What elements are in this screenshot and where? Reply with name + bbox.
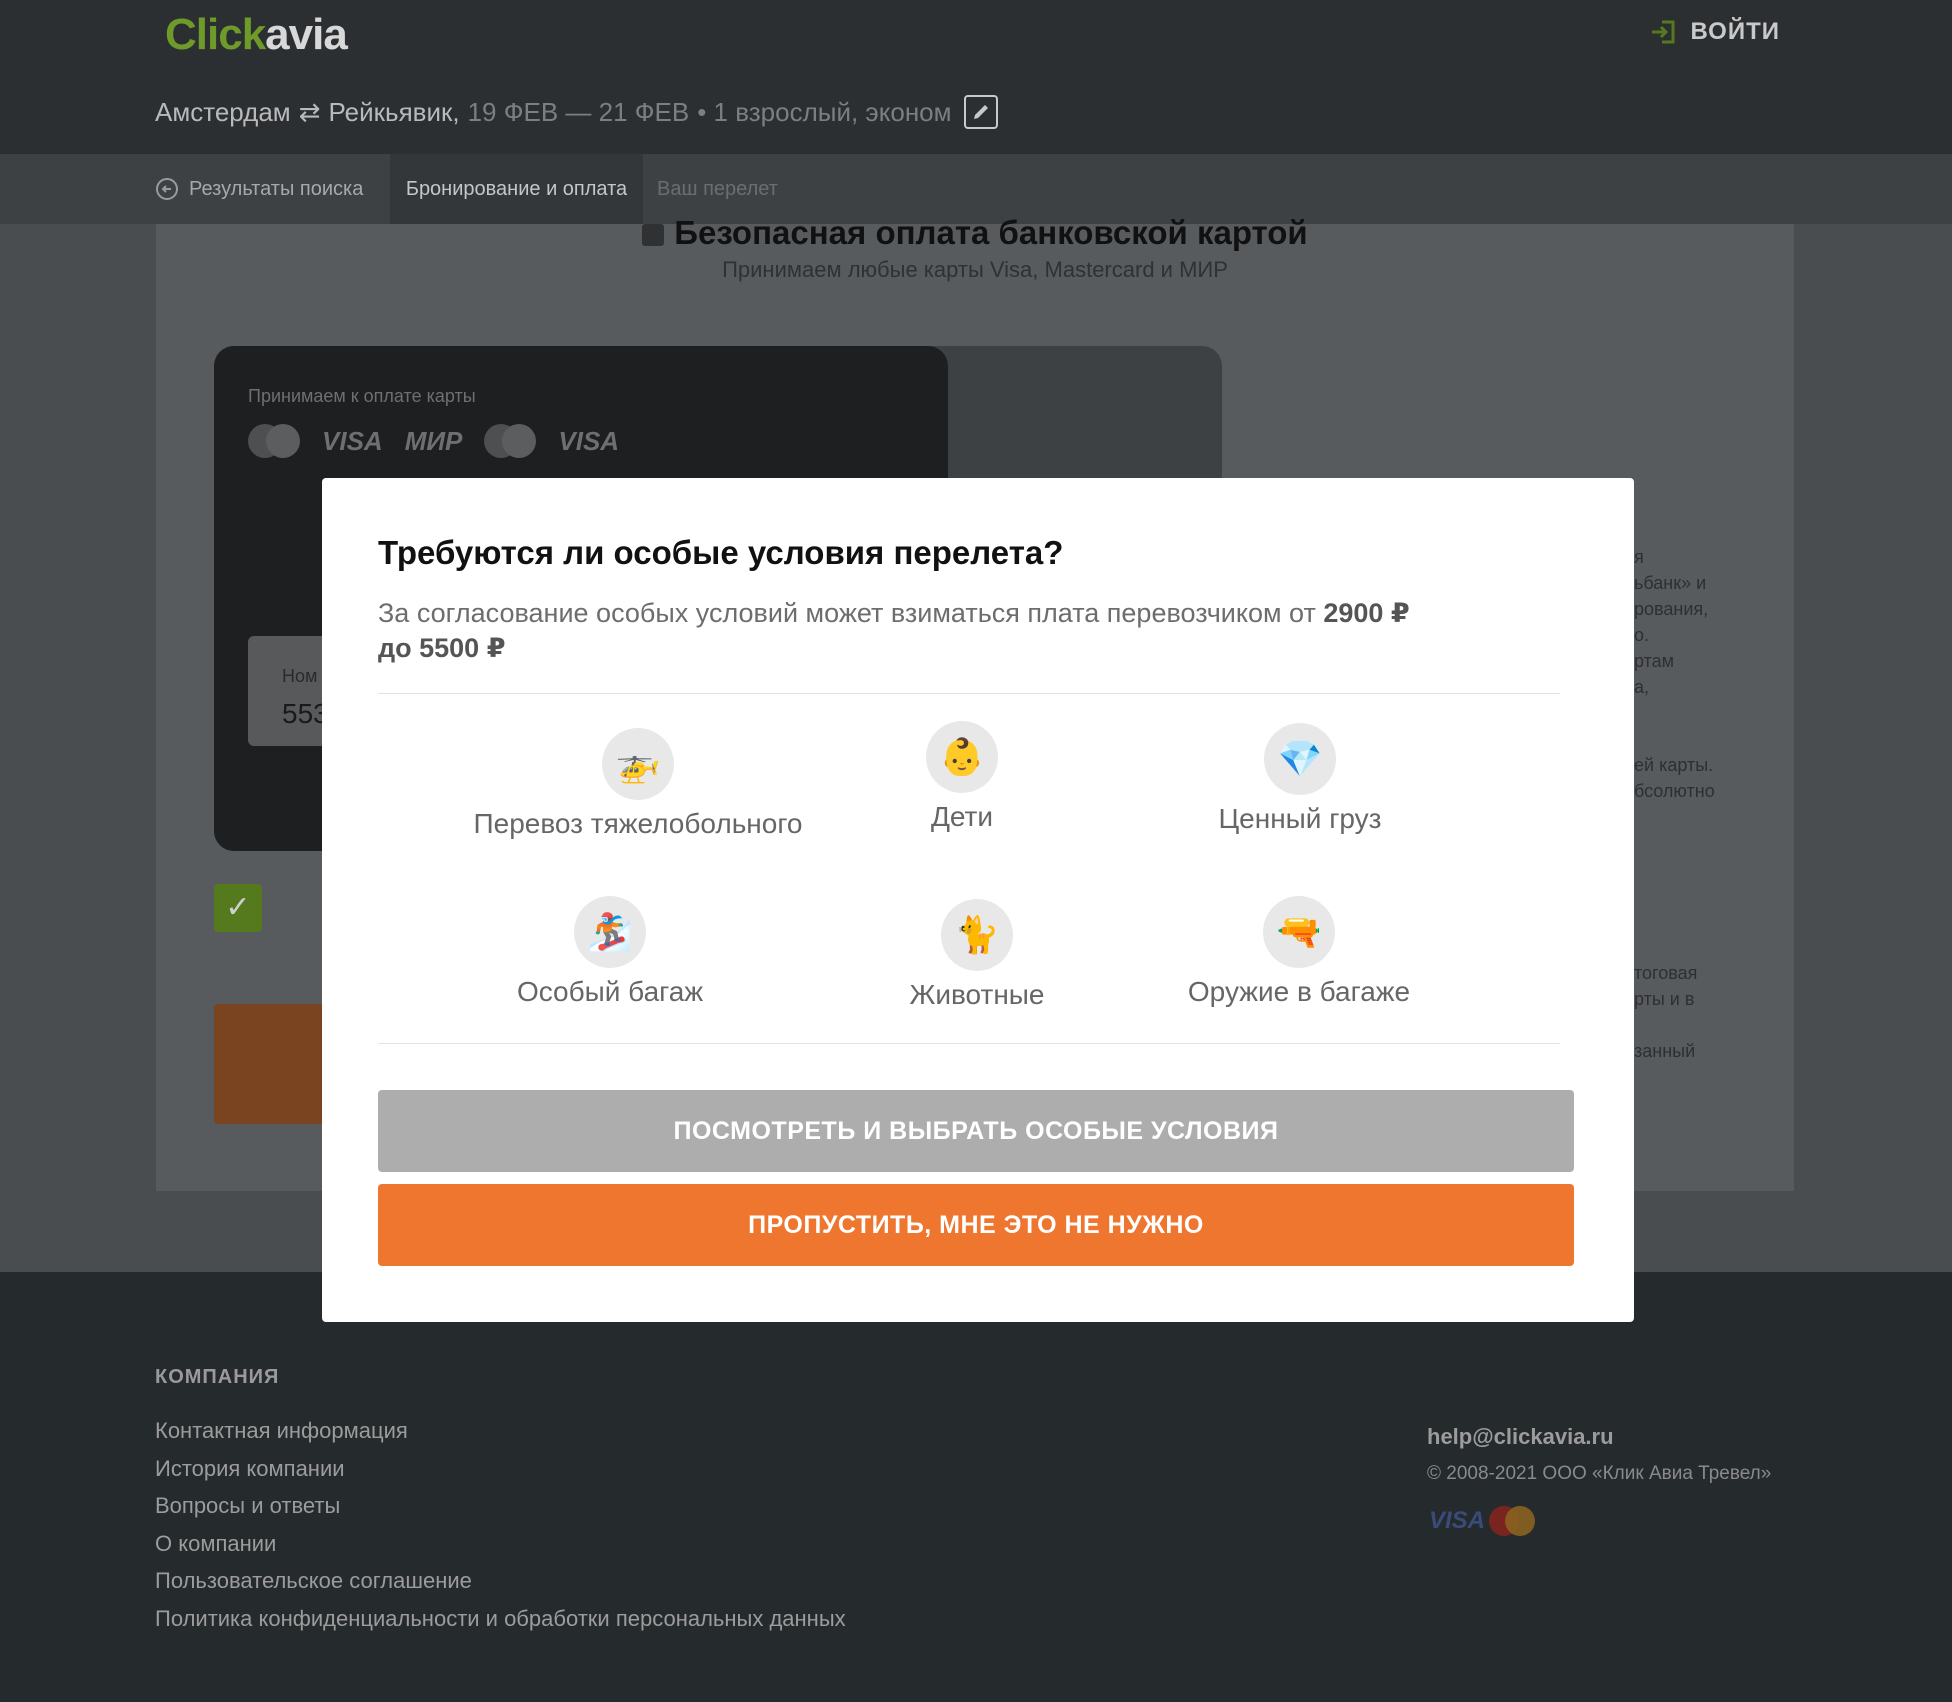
login-button[interactable]: ВОЙТИ — [1650, 18, 1780, 46]
modal-title: Требуются ли особые условия перелета? — [378, 534, 1064, 571]
edit-search-button[interactable] — [963, 95, 998, 129]
divider — [378, 693, 1560, 694]
footer-card-logos: VISA — [1429, 1506, 1536, 1536]
security-text: я ьбанк» и рования, о. ртам а, ей карты. бсолю… — [1634, 547, 1715, 1061]
option-valuable-cargo[interactable]: 💎 Ценный груз — [1090, 723, 1510, 835]
snowboarder-icon: 🏂 — [574, 896, 646, 968]
visa-electron-icon: VISA — [558, 425, 620, 456]
view-special-conditions-button[interactable]: ПОСМОТРЕТЬ И ВЫБРАТЬ ОСОБЫЕ УСЛОВИЯ — [378, 1090, 1574, 1172]
footer-link-faq[interactable]: Вопросы и ответы — [155, 1487, 846, 1525]
route-passengers: • 1 взрослый, эконом — [697, 96, 952, 127]
login-label: ВОЙТИ — [1690, 18, 1780, 45]
footer-copyright: © 2008-2021 ООО «Клик Авиа Тревел» — [1427, 1463, 1772, 1484]
agree-checkbox[interactable]: ✓ — [214, 884, 262, 932]
login-icon — [1652, 20, 1675, 44]
search-summary: Амстердам ⇄ Рейкьявик, 19 ФЕВ — 21 ФЕВ •… — [155, 95, 998, 129]
pencil-icon — [973, 105, 988, 119]
footer-link-privacy[interactable]: Политика конфиденциальности и обработки … — [155, 1600, 846, 1638]
card-logos: VISA МИР VISA — [248, 424, 619, 458]
footer-link-about[interactable]: О компании — [155, 1525, 846, 1563]
accept-label: Принимаем к оплате карты — [248, 386, 476, 406]
special-conditions-modal: Требуются ли особые условия перелета? За… — [322, 478, 1634, 1322]
mastercard-icon — [1489, 1506, 1536, 1536]
water-pistol-icon: 🔫 — [1263, 896, 1335, 968]
footer-link-terms[interactable]: Пользовательское соглашение — [155, 1562, 846, 1600]
swap-icon: ⇄ — [298, 96, 321, 127]
divider — [378, 1043, 1560, 1044]
visa-icon: VISA — [322, 425, 383, 456]
footer-link-contacts[interactable]: Контактная информация — [155, 1412, 846, 1450]
maestro-icon — [484, 424, 537, 458]
route-dates: 19 ФЕВ — 21 ФЕВ — [467, 96, 690, 127]
cat-icon: 🐈 — [941, 899, 1013, 971]
route-from: Амстердам — [155, 96, 291, 127]
visa-icon: VISA — [1429, 1507, 1486, 1534]
footer-links: Контактная информация История компании В… — [155, 1412, 846, 1637]
footer: КОМПАНИЯ Контактная информация История к… — [0, 1272, 1952, 1702]
logo[interactable]: Clickavia — [165, 10, 348, 60]
back-arrow-icon — [156, 178, 178, 200]
footer-heading: КОМПАНИЯ — [155, 1366, 280, 1388]
mir-icon: МИР — [404, 425, 463, 456]
option-special-baggage[interactable]: 🏂 Особый багаж — [400, 896, 820, 1008]
top-header: Clickavia ВОЙТИ Амстердам ⇄ Рейкьявик, 1… — [0, 0, 1952, 154]
skip-button[interactable]: ПРОПУСТИТЬ, МНЕ ЭТО НЕ НУЖНО — [378, 1184, 1574, 1266]
option-weapons[interactable]: 🔫 Оружие в багаже — [1089, 896, 1509, 1008]
helicopter-icon: 🚁 — [602, 728, 674, 800]
payment-title: Безопасная оплата банковской картой — [156, 214, 1794, 252]
route-to: Рейкьявик, — [328, 96, 460, 127]
gem-icon: 💎 — [1264, 723, 1336, 795]
payment-subtitle: Принимаем любые карты Visa, Mastercard и… — [722, 257, 1228, 282]
footer-email[interactable]: help@clickavia.ru — [1427, 1424, 1614, 1450]
baby-icon: 👶 — [926, 721, 998, 793]
footer-link-history[interactable]: История компании — [155, 1450, 846, 1488]
pay-button[interactable] — [214, 1004, 334, 1124]
lock-icon — [642, 224, 665, 247]
mastercard-icon — [248, 424, 300, 458]
modal-description: За согласование особых условий может взи… — [378, 598, 1410, 663]
